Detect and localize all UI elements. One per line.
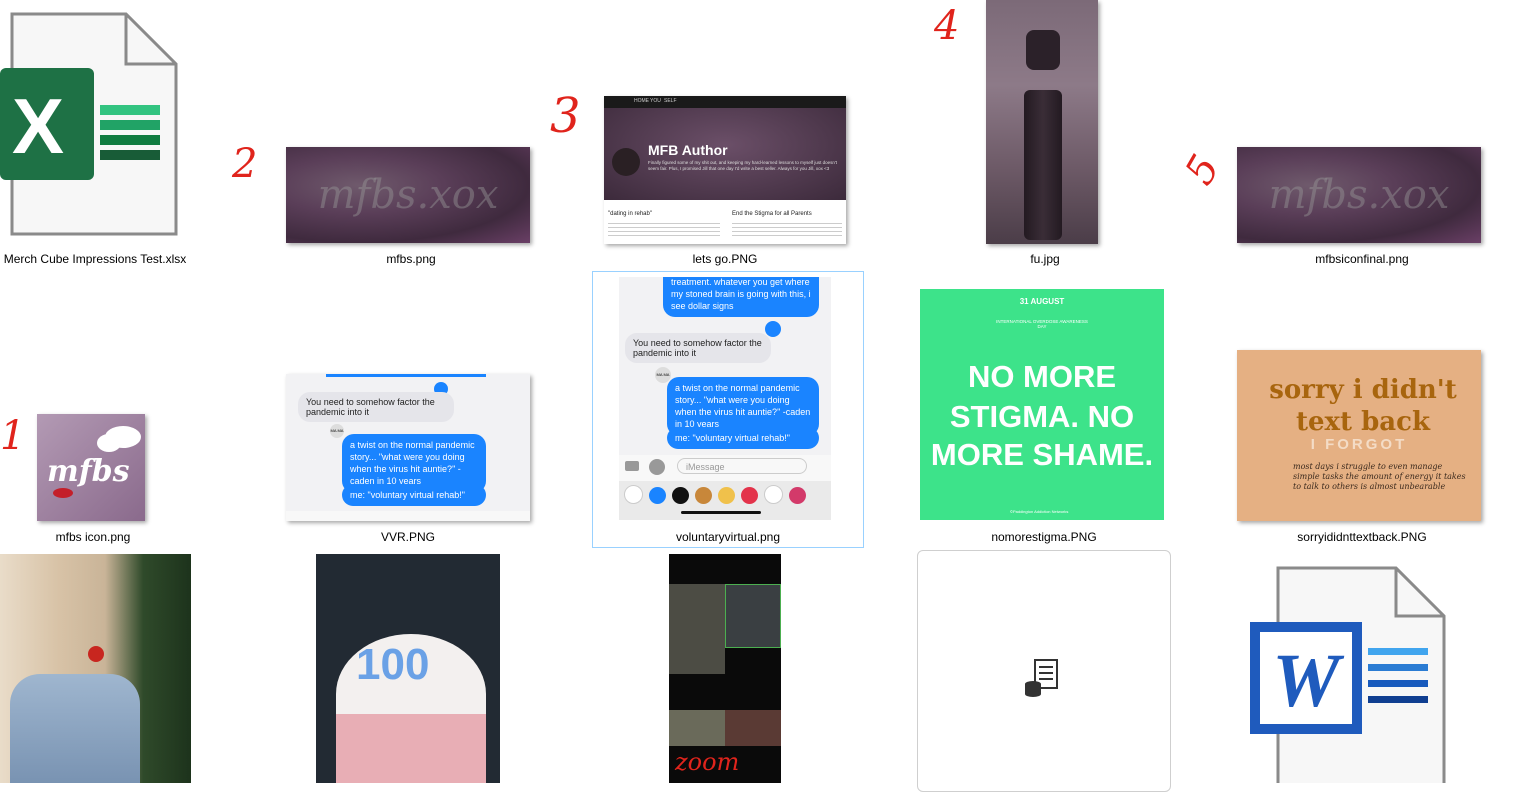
photo-thumbnail [986,0,1098,244]
file-fu-jpg[interactable]: fu.jpg [986,0,1098,272]
message-blue-2: me: "voluntary virtual rehab!" [667,427,819,450]
file-mfbs-png[interactable]: mfbs.xox mfbs.png [286,147,530,272]
svg-text:X: X [12,82,64,170]
file-mfbsiconfinal-png[interactable]: mfbs.xox mfbsiconfinal.png [1237,147,1481,272]
poster-line-3: MORE SHAME. [930,437,1154,472]
author-bio: Finally figured some of my shit out, and… [648,160,837,171]
file-mfbs-icon-png[interactable]: mfbs mfbs icon.png [37,414,147,546]
file-sorryididnttextback-png[interactable]: sorry i didn't text back I FORGOT most d… [1237,350,1481,546]
file-label: nomorestigma.PNG [991,530,1097,544]
word-file-icon: W [1250,566,1446,783]
file-lets-go-png[interactable]: HOME YOU SELF MFB Author Finally figured… [604,96,846,272]
file-unknown[interactable] [917,550,1171,792]
nav-self: SELF [664,98,677,104]
file-label: mfbsiconfinal.png [1315,252,1409,266]
poster-line-1: NO MORE [967,359,1117,394]
file-merch-cube-xlsx[interactable]: X Merch Cube Impressions Test.xlsx [0,10,190,272]
file-word-doc[interactable]: W [1248,566,1448,783]
file-label: sorryididnttextback.PNG [1297,530,1427,544]
quote-title: sorry i didn't text back [1269,375,1457,437]
svg-text:W: W [1272,639,1345,723]
annotation-1: 1 [0,413,26,459]
chat-screenshot-thumbnail: treatment. whatever you get where my sto… [619,277,831,520]
poster-thumbnail: 31 AUGUST INTERNATIONAL OVERDOSE AWARENE… [920,289,1164,520]
mfbs-banner-thumbnail: mfbs.xox [286,147,530,243]
file-vvr-png[interactable]: You need to somehow factor the pandemic … [286,374,530,546]
mfbs-logo-thumbnail: mfbs [37,414,145,521]
appstore-icon [649,459,665,475]
watermark-text: mfbs.xox [1268,172,1450,218]
file-label: lets go.PNG [692,252,758,266]
file-voluntaryvirtual-png[interactable]: treatment. whatever you get where my sto… [592,271,864,548]
zoom-thumbnail: zoom [669,554,781,783]
file-label: fu.jpg [1030,252,1060,266]
author-avatar [612,148,640,176]
avatar: MA MA [330,424,344,438]
message-blue-top: treatment. whatever you get where my sto… [663,277,819,318]
annotation-3: 3 [550,88,581,144]
nav-you: YOU [650,98,661,104]
camera-icon [625,461,639,471]
quote-handwriting: most days i struggle to even manage simp… [1293,462,1466,491]
poster-credit: ©Paddington Addiction Networks [1010,509,1069,514]
file-photo-cake[interactable]: 100 [316,554,500,783]
file-label: VVR.PNG [380,530,435,544]
zoom-handwriting: zoom [675,748,740,776]
photo-thumbnail [0,554,191,783]
excel-file-icon: X [0,12,178,236]
post-2-title: End the Stigma for all Parents [732,211,812,217]
document-database-icon [1025,659,1058,697]
post-1-title: "dating in rehab" [608,211,652,217]
reaction-icon [765,321,781,337]
app-drawer [619,481,831,520]
photo-thumbnail: 100 [316,554,500,783]
mfbs-logo-text: mfbs [47,454,130,489]
mfbs-banner-thumbnail: mfbs.xox [1237,147,1481,243]
file-zoom-screenshot[interactable]: zoom [669,554,781,783]
file-label: voluntaryvirtual.png [675,530,781,544]
poster-date: 31 AUGUST [1019,297,1065,306]
poster-subtitle: INTERNATIONAL OVERDOSE AWARENESS DAY [996,319,1088,329]
message-gray: You need to somehow factor the pandemic … [625,333,771,363]
annotation-4: 4 [934,3,960,49]
message-gray: You need to somehow factor the pandemic … [298,392,454,422]
author-title: MFB Author [648,142,728,158]
file-label: mfbs icon.png [55,530,131,544]
file-nomorestigma-png[interactable]: 31 AUGUST INTERNATIONAL OVERDOSE AWARENE… [920,289,1164,546]
chat-screenshot-thumbnail: You need to somehow factor the pandemic … [286,374,530,521]
lips-icon [53,488,73,498]
quote-forgot: I FORGOT [1310,436,1408,453]
cake-number: 100 [356,640,430,689]
annotation-5: 5 [1176,147,1230,193]
nav-home: HOME [634,98,649,104]
file-label: Merch Cube Impressions Test.xlsx [3,252,187,266]
file-label: mfbs.png [386,252,436,266]
file-photo-jeans[interactable] [0,554,191,783]
website-thumbnail: HOME YOU SELF MFB Author Finally figured… [604,96,846,244]
message-blue-2: me: "voluntary virtual rehab!" [342,484,486,507]
imessage-input: iMessage [677,458,807,474]
quote-thumbnail: sorry i didn't text back I FORGOT most d… [1237,350,1481,521]
watermark-text: mfbs.xox [317,172,499,218]
annotation-2: 2 [232,141,258,187]
poster-line-2: STIGMA. NO [949,399,1135,434]
